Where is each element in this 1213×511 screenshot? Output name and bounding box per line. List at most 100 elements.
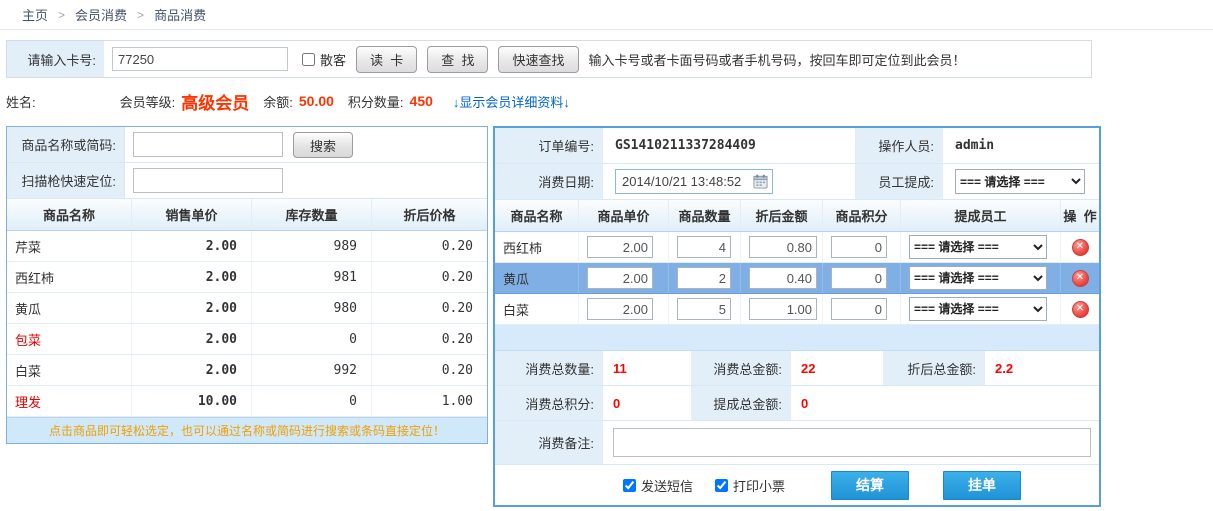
breadcrumb: 主页 > 会员消费 > 商品消费 <box>0 0 1213 30</box>
product-row[interactable]: 黄瓜2.009800.20 <box>7 293 487 324</box>
order-panel: 订单编号: GS1410211337284409 操作人员: admin 消费日… <box>493 126 1101 507</box>
order-table-body: 西红柿=== 请选择 ===✕黄瓜=== 请选择 ===✕白菜=== 请选择 =… <box>495 232 1099 325</box>
remark-input[interactable] <box>613 428 1091 457</box>
product-panel: 商品名称或简码: 搜索 扫描枪快速定位: 商品名称销售单价库存数量折后价格 芹菜… <box>6 126 488 444</box>
product-search-button[interactable]: 搜索 <box>293 132 353 158</box>
checkout-button[interactable]: 结算 <box>831 471 909 500</box>
item-price-input[interactable] <box>587 236 653 258</box>
product-row[interactable]: 白菜2.009920.20 <box>7 355 487 386</box>
order-table-spacer <box>495 325 1099 351</box>
order-column-header: 商品积分 <box>823 200 901 231</box>
member-balance-value: 50.00 <box>299 93 334 109</box>
guest-checkbox[interactable] <box>302 53 315 66</box>
breadcrumb-item[interactable]: 商品消费 <box>154 5 206 24</box>
staff-commission-select[interactable]: === 请选择 === <box>955 169 1085 194</box>
order-column-header: 商品单价 <box>579 200 669 231</box>
card-number-input[interactable] <box>112 47 288 71</box>
order-no-value: GS1410211337284409 <box>615 138 756 153</box>
staff-commission-label: 员工提成: <box>855 164 943 199</box>
find-button[interactable]: 查 找 <box>427 46 488 73</box>
total-amount-label: 消费总金额: <box>691 351 791 385</box>
product-name: 包菜 <box>7 324 132 354</box>
product-search-input[interactable] <box>133 132 283 157</box>
print-checkbox[interactable] <box>715 479 728 492</box>
item-points-input[interactable] <box>831 267 887 289</box>
item-price-input[interactable] <box>587 298 653 320</box>
product-discount-price: 0.20 <box>372 293 487 323</box>
breadcrumb-item[interactable]: 会员消费 <box>75 5 127 24</box>
item-qty-input[interactable] <box>677 267 731 289</box>
total-commission-value: 0 <box>791 386 883 420</box>
product-stock: 992 <box>252 355 372 385</box>
print-label: 打印小票 <box>733 476 785 495</box>
order-column-header: 商品名称 <box>495 200 579 231</box>
member-info-bar: 姓名: 会员等级: 高级会员 余额: 50.00 积分数量: 450 ↓显示会员… <box>6 86 1213 116</box>
show-member-detail-link[interactable]: ↓显示会员详细资料↓ <box>453 92 570 111</box>
product-column-header: 销售单价 <box>132 199 252 230</box>
item-qty-input[interactable] <box>677 236 731 258</box>
member-name-label: 姓名: <box>6 92 36 111</box>
product-row[interactable]: 包菜2.0000.20 <box>7 324 487 355</box>
guest-label: 散客 <box>320 50 346 69</box>
sms-checkbox[interactable] <box>623 479 636 492</box>
delete-item-icon[interactable]: ✕ <box>1072 270 1089 287</box>
hold-order-button[interactable]: 挂单 <box>943 471 1021 500</box>
order-item-row[interactable]: 黄瓜=== 请选择 ===✕ <box>495 263 1099 294</box>
product-name: 芹菜 <box>7 231 132 261</box>
product-name: 白菜 <box>7 355 132 385</box>
total-discounted-value: 2.2 <box>985 351 1099 385</box>
item-discount-input[interactable] <box>749 298 817 320</box>
product-discount-price: 0.20 <box>372 262 487 292</box>
product-table-body: 芹菜2.009890.20西红柿2.009810.20黄瓜2.009800.20… <box>7 231 487 417</box>
total-amount-value: 22 <box>791 351 883 385</box>
product-discount-price: 0.20 <box>372 324 487 354</box>
product-row[interactable]: 理发10.0001.00 <box>7 386 487 417</box>
item-qty-input[interactable] <box>677 298 731 320</box>
product-column-header: 库存数量 <box>252 199 372 230</box>
order-column-header: 操 作 <box>1061 200 1099 231</box>
operator-label: 操作人员: <box>855 128 943 163</box>
product-row[interactable]: 西红柿2.009810.20 <box>7 262 487 293</box>
item-points-input[interactable] <box>831 298 887 320</box>
product-price: 2.00 <box>132 293 252 323</box>
product-stock: 989 <box>252 231 372 261</box>
sms-label: 发送短信 <box>641 476 693 495</box>
product-hint-bar: 点击商品即可轻松选定，也可以通过名称或简码进行搜索或条码直接定位！ <box>7 417 487 443</box>
member-level-value: 高级会员 <box>181 89 249 114</box>
total-points-value: 0 <box>603 386 691 420</box>
item-discount-input[interactable] <box>749 236 817 258</box>
sms-checkbox-wrap[interactable]: 发送短信 <box>623 476 693 495</box>
delete-item-icon[interactable]: ✕ <box>1072 301 1089 318</box>
total-commission-label: 提成总金额: <box>691 386 791 420</box>
scanner-locate-input[interactable] <box>133 168 283 193</box>
product-row[interactable]: 芹菜2.009890.20 <box>7 231 487 262</box>
item-points-input[interactable] <box>831 236 887 258</box>
card-lookup-box: 请输入卡号: 散客 读 卡 查 找 快速查找 输入卡号或者卡面号码或者手机号码，… <box>6 40 1092 78</box>
delete-item-icon[interactable]: ✕ <box>1072 239 1089 256</box>
item-staff-select[interactable]: === 请选择 === <box>909 297 1047 321</box>
breadcrumb-item[interactable]: 主页 <box>22 5 48 24</box>
item-staff-select[interactable]: === 请选择 === <box>909 266 1047 290</box>
product-stock: 0 <box>252 324 372 354</box>
guest-checkbox-wrap[interactable]: 散客 <box>302 41 346 77</box>
item-discount-input[interactable] <box>749 267 817 289</box>
product-name: 黄瓜 <box>7 293 132 323</box>
item-staff-select[interactable]: === 请选择 === <box>909 235 1047 259</box>
order-item-row[interactable]: 白菜 === 请选择 === ✕ <box>495 294 1099 325</box>
member-balance-label: 余额: <box>263 92 293 111</box>
quick-find-button[interactable]: 快速查找 <box>498 46 578 73</box>
read-card-button[interactable]: 读 卡 <box>356 46 417 73</box>
order-column-header: 折后金额 <box>741 200 823 231</box>
item-name: 白菜 <box>495 294 579 324</box>
total-qty-label: 消费总数量: <box>495 351 603 385</box>
breadcrumb-separator: > <box>137 8 144 22</box>
item-price-input[interactable] <box>587 267 653 289</box>
calendar-icon[interactable] <box>753 174 768 189</box>
consume-date-input[interactable] <box>615 169 773 194</box>
order-column-header: 提成员工 <box>901 200 1061 231</box>
order-item-row[interactable]: 西红柿=== 请选择 ===✕ <box>495 232 1099 263</box>
breadcrumb-separator: > <box>58 8 65 22</box>
member-points-value: 450 <box>410 93 433 109</box>
print-checkbox-wrap[interactable]: 打印小票 <box>715 476 785 495</box>
total-qty-value: 11 <box>603 351 691 385</box>
